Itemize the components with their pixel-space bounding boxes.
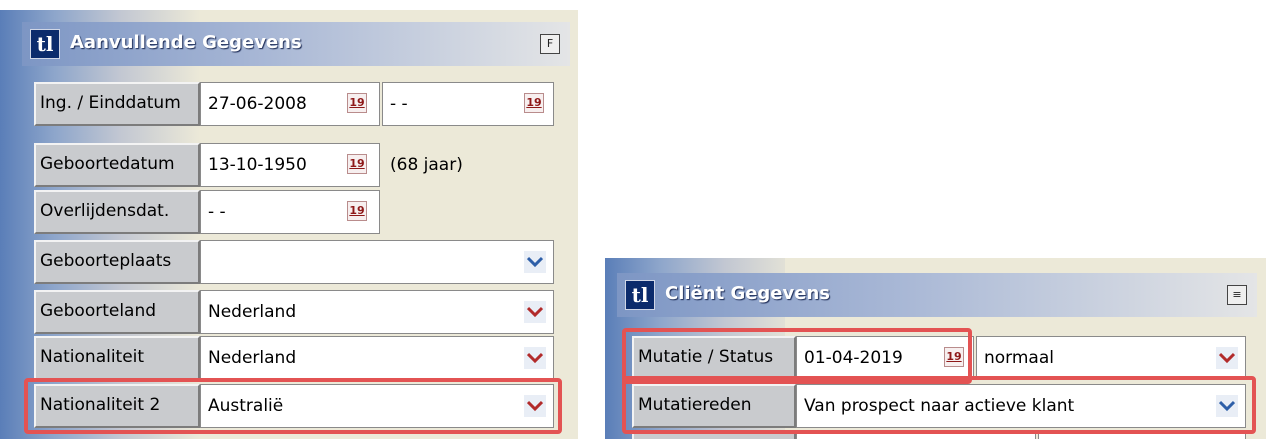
- label-geboorteplaats: Geboorteplaats: [34, 240, 200, 284]
- chevron-down-icon[interactable]: [524, 301, 546, 323]
- row-overlijdensdatum: Overlijdensdat. - - 19: [34, 190, 380, 234]
- label-ing-einddatum: Ing. / Einddatum: [34, 82, 200, 126]
- nationaliteit-select[interactable]: Nederland: [200, 336, 554, 380]
- row-nationaliteit: Nationaliteit Nederland: [34, 336, 554, 380]
- label-geboortedatum: Geboortedatum: [34, 143, 200, 187]
- label-nationaliteit: Nationaliteit: [34, 336, 200, 380]
- row-partial: [632, 432, 1246, 439]
- field-partial[interactable]: [1038, 432, 1246, 439]
- row-geboorteland: Geboorteland Nederland: [34, 290, 554, 334]
- chevron-down-icon[interactable]: [1216, 395, 1238, 417]
- panel-titlebar: tl Cliënt Gegevens ≡: [617, 273, 1257, 317]
- label-overlijdensdatum: Overlijdensdat.: [34, 190, 200, 234]
- age-text: (68 jaar): [390, 155, 463, 175]
- row-nationaliteit-2: Nationaliteit 2 Australië: [34, 384, 554, 428]
- geboorteland-select[interactable]: Nederland: [200, 290, 554, 334]
- geboorteplaats-select[interactable]: [200, 240, 554, 284]
- chevron-down-icon[interactable]: [524, 347, 546, 369]
- field-partial[interactable]: [796, 432, 1036, 439]
- row-geboortedatum: Geboortedatum 13-10-1950 19 (68 jaar): [34, 143, 534, 187]
- app-logo-icon: tl: [625, 280, 655, 310]
- calendar-icon[interactable]: 19: [347, 93, 367, 113]
- label-mutatie-status: Mutatie / Status: [632, 336, 796, 380]
- panel-title: Cliënt Gegevens: [665, 283, 830, 304]
- label-partial: [632, 432, 796, 439]
- calendar-icon[interactable]: 19: [347, 154, 367, 174]
- calendar-icon[interactable]: 19: [347, 201, 367, 221]
- label-mutatiereden: Mutatiereden: [632, 384, 796, 428]
- chevron-down-icon[interactable]: [1216, 347, 1238, 369]
- row-mutatie-status: Mutatie / Status 01-04-2019 19 normaal: [632, 336, 1246, 380]
- nationaliteit-2-select[interactable]: Australië: [200, 384, 554, 428]
- row-geboorteplaats: Geboorteplaats: [34, 240, 554, 284]
- calendar-icon[interactable]: 19: [524, 93, 544, 113]
- row-mutatiereden: Mutatiereden Van prospect naar actieve k…: [632, 384, 1246, 428]
- client-gegevens-panel: tl Cliënt Gegevens ≡ Mutatie / Status 01…: [605, 258, 1266, 439]
- panel-titlebar: tl Aanvullende Gegevens F: [22, 22, 570, 66]
- app-logo-icon: tl: [30, 29, 60, 59]
- panel-menu-icon[interactable]: ≡: [1227, 285, 1247, 305]
- panel-menu-icon[interactable]: F: [540, 34, 560, 54]
- calendar-icon[interactable]: 19: [944, 347, 964, 367]
- chevron-down-icon[interactable]: [524, 251, 546, 273]
- status-select[interactable]: normaal: [976, 336, 1246, 380]
- row-ing-einddatum: Ing. / Einddatum 27-06-2008 19 - - 19: [34, 82, 554, 126]
- mutatiereden-select[interactable]: Van prospect naar actieve klant: [796, 384, 1246, 428]
- label-geboorteland: Geboorteland: [34, 290, 200, 334]
- aanvullende-gegevens-panel: tl Aanvullende Gegevens F Ing. / Einddat…: [0, 10, 578, 439]
- panel-title: Aanvullende Gegevens: [70, 32, 302, 53]
- chevron-down-icon[interactable]: [524, 395, 546, 417]
- label-nationaliteit-2: Nationaliteit 2: [34, 384, 200, 428]
